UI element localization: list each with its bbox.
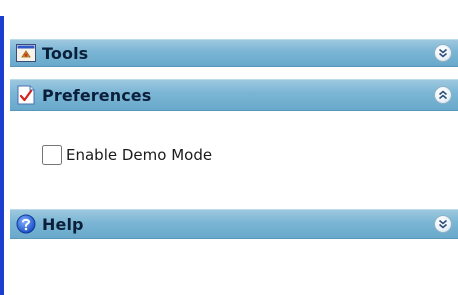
enable-demo-mode-label[interactable]: Enable Demo Mode bbox=[66, 146, 212, 164]
chevron-down-double-icon bbox=[438, 48, 448, 58]
tools-panel-title: Tools bbox=[42, 43, 89, 63]
help-expand-button[interactable] bbox=[434, 215, 452, 233]
preferences-panel-body: Enable Demo Mode bbox=[10, 112, 458, 208]
tools-icon bbox=[16, 43, 36, 63]
preferences-collapse-button[interactable] bbox=[434, 86, 452, 104]
help-panel-title: Help bbox=[42, 214, 84, 234]
rail-gap bbox=[0, 0, 4, 16]
tools-expand-button[interactable] bbox=[434, 44, 452, 62]
preferences-icon bbox=[16, 85, 36, 105]
preferences-panel-header[interactable]: Preferences bbox=[10, 79, 458, 111]
tools-panel-header[interactable]: Tools bbox=[10, 39, 458, 67]
left-rail bbox=[0, 0, 4, 295]
chevron-up-double-icon bbox=[438, 90, 448, 100]
enable-demo-mode-checkbox[interactable] bbox=[42, 145, 62, 165]
help-icon bbox=[16, 214, 36, 234]
chevron-down-double-icon bbox=[438, 219, 448, 229]
help-panel-header[interactable]: Help bbox=[10, 209, 458, 239]
preferences-panel-title: Preferences bbox=[42, 85, 152, 105]
